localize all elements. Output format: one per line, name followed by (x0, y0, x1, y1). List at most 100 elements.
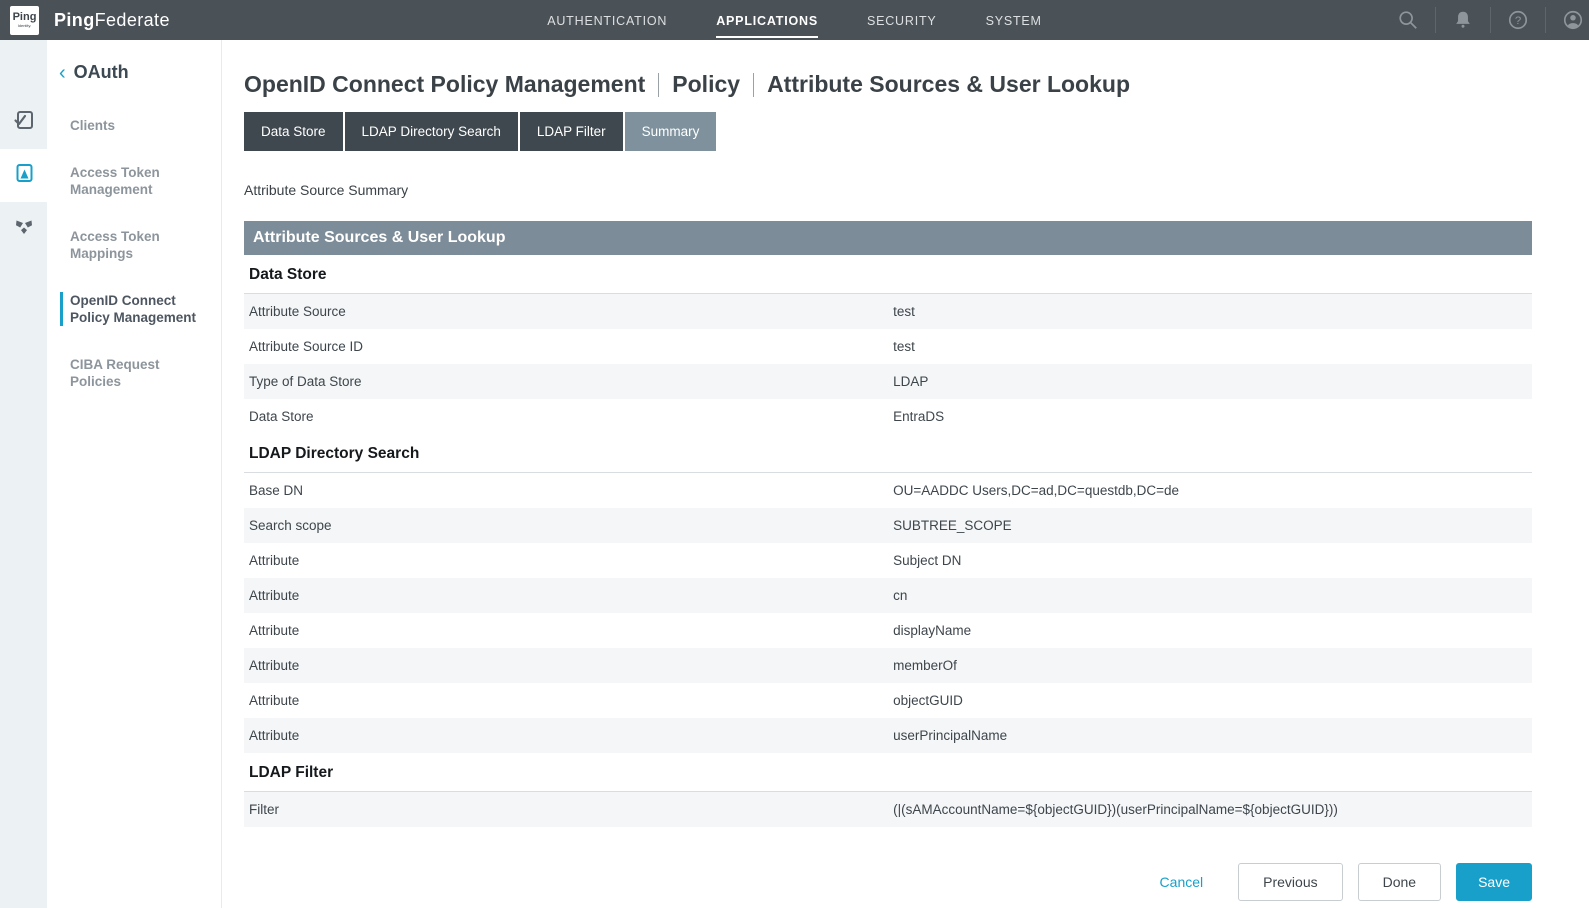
tab-ldap-directory-search[interactable]: LDAP Directory Search (345, 112, 518, 151)
row-value: LDAP (893, 374, 1532, 389)
summary-table: Attribute Sources & User Lookup Data Sto… (244, 221, 1532, 827)
row-value: test (893, 304, 1532, 319)
topnav-authentication[interactable]: AUTHENTICATION (547, 2, 667, 38)
tab-ldap-filter[interactable]: LDAP Filter (520, 112, 623, 151)
row-label: Data Store (244, 409, 893, 424)
table-row: Attribute objectGUID (244, 683, 1532, 718)
ping-logo-text: Ping (13, 12, 37, 23)
topbar-divider (1545, 7, 1546, 33)
breadcrumb: OpenID Connect Policy Management Policy At… (244, 71, 1532, 98)
row-label: Attribute Source (244, 304, 893, 319)
topnav-security[interactable]: SECURITY (867, 2, 937, 38)
sidebar-rail-tokens[interactable] (0, 149, 47, 202)
row-value: Subject DN (893, 553, 1532, 568)
help-icon[interactable]: ? (1507, 9, 1529, 31)
row-label: Attribute (244, 728, 893, 743)
svg-text:?: ? (1515, 15, 1521, 27)
topbar-divider (1435, 7, 1436, 33)
section-rows: Attribute Source test Attribute Source I… (244, 294, 1532, 434)
row-label: Attribute (244, 588, 893, 603)
sidebar-navigation: ‹ OAuth Clients Access Token Management Ac… (47, 40, 222, 908)
table-row: Attribute cn (244, 578, 1532, 613)
row-value: displayName (893, 623, 1532, 638)
table-section: LDAP Directory Search Base DN OU=AADDC U… (244, 434, 1532, 753)
topnav-applications[interactable]: APPLICATIONS (716, 2, 818, 38)
sidebar-item-list: Clients Access Token Management Access Tok… (47, 117, 221, 390)
sidebar-back-oauth[interactable]: ‹ OAuth (47, 62, 221, 83)
row-value: EntraDS (893, 409, 1532, 424)
ping-logo[interactable]: Ping Identity. (10, 6, 39, 35)
row-label: Type of Data Store (244, 374, 893, 389)
breadcrumb-separator (658, 73, 659, 97)
table-row: Attribute Source test (244, 294, 1532, 329)
breadcrumb-segment: Attribute Sources & User Lookup (767, 71, 1130, 98)
table-row: Attribute memberOf (244, 648, 1532, 683)
sidebar-rail-policies[interactable] (0, 202, 47, 255)
row-label: Base DN (244, 483, 893, 498)
row-label: Attribute (244, 658, 893, 673)
search-icon[interactable] (1397, 9, 1419, 31)
app-title: PingFederate (54, 10, 170, 31)
row-value: userPrincipalName (893, 728, 1532, 743)
mappings-shield-icon (12, 214, 36, 243)
user-icon[interactable] (1562, 9, 1584, 31)
table-row: Base DN OU=AADDC Users,DC=ad,DC=questdb,… (244, 473, 1532, 508)
footer-actions: Cancel Previous Done Save (244, 863, 1532, 901)
sidebar-item-access-token-management[interactable]: Access Token Management (60, 164, 210, 198)
sidebar-item-access-token-mappings[interactable]: Access Token Mappings (60, 228, 210, 262)
breadcrumb-segment: OpenID Connect Policy Management (244, 71, 645, 98)
table-row: Attribute Source ID test (244, 329, 1532, 364)
bell-icon[interactable] (1452, 9, 1474, 31)
table-row: Attribute Subject DN (244, 543, 1532, 578)
row-label: Filter (244, 802, 893, 817)
row-value: SUBTREE_SCOPE (893, 518, 1532, 533)
table-row: Attribute userPrincipalName (244, 718, 1532, 753)
save-button[interactable]: Save (1456, 863, 1532, 901)
summary-note: Attribute Source Summary (244, 182, 1532, 198)
section-rows: Filter (|(sAMAccountName=${objectGUID})(… (244, 792, 1532, 827)
app-title-regular: Federate (95, 10, 170, 30)
table-section: LDAP Filter Filter (|(sAMAccountName=${o… (244, 753, 1532, 827)
previous-button[interactable]: Previous (1238, 863, 1342, 901)
row-value: objectGUID (893, 693, 1532, 708)
row-value: OU=AADDC Users,DC=ad,DC=questdb,DC=de (893, 483, 1532, 498)
main-content: OpenID Connect Policy Management Policy At… (222, 40, 1589, 908)
sidebar-back-label: OAuth (74, 62, 129, 83)
section-title: LDAP Filter (244, 753, 1532, 792)
row-label: Search scope (244, 518, 893, 533)
token-pen-icon (12, 161, 36, 190)
top-navigation: AUTHENTICATION APPLICATIONS SECURITY SYSTEM (0, 0, 1589, 40)
breadcrumb-segment: Policy (672, 71, 740, 98)
table-row: Filter (|(sAMAccountName=${objectGUID})(… (244, 792, 1532, 827)
chevron-left-icon: ‹ (59, 63, 66, 83)
table-row: Type of Data Store LDAP (244, 364, 1532, 399)
tab-summary[interactable]: Summary (625, 112, 717, 151)
table-row: Search scope SUBTREE_SCOPE (244, 508, 1532, 543)
row-label: Attribute (244, 623, 893, 638)
table-section: Data Store Attribute Source test Attribu… (244, 255, 1532, 434)
sidebar-item-openid-connect-policy-management[interactable]: OpenID Connect Policy Management (60, 292, 210, 326)
wizard-tabs: Data StoreLDAP Directory SearchLDAP Filt… (244, 112, 1532, 151)
section-rows: Base DN OU=AADDC Users,DC=ad,DC=questdb,… (244, 473, 1532, 753)
app-title-bold: Ping (54, 10, 95, 30)
sidebar-rail-clients[interactable] (0, 96, 47, 149)
tab-data-store[interactable]: Data Store (244, 112, 343, 151)
done-button[interactable]: Done (1358, 863, 1441, 901)
table-row: Data Store EntraDS (244, 399, 1532, 434)
row-label: Attribute (244, 693, 893, 708)
table-sections: Data Store Attribute Source test Attribu… (244, 255, 1532, 827)
row-value: memberOf (893, 658, 1532, 673)
section-title: Data Store (244, 255, 1532, 294)
client-check-icon (12, 108, 36, 137)
row-label: Attribute Source ID (244, 339, 893, 354)
sidebar-item-ciba-request-policies[interactable]: CIBA Request Policies (60, 356, 210, 390)
sidebar-item-clients[interactable]: Clients (60, 117, 210, 134)
section-title: LDAP Directory Search (244, 434, 1532, 473)
ping-logo-subtext: Identity. (18, 24, 32, 28)
topnav-system[interactable]: SYSTEM (986, 2, 1042, 38)
top-bar: Ping Identity. PingFederate AUTHENTICATI… (0, 0, 1589, 40)
cancel-button[interactable]: Cancel (1160, 874, 1204, 890)
breadcrumb-separator (753, 73, 754, 97)
topbar-divider (1490, 7, 1491, 33)
row-label: Attribute (244, 553, 893, 568)
